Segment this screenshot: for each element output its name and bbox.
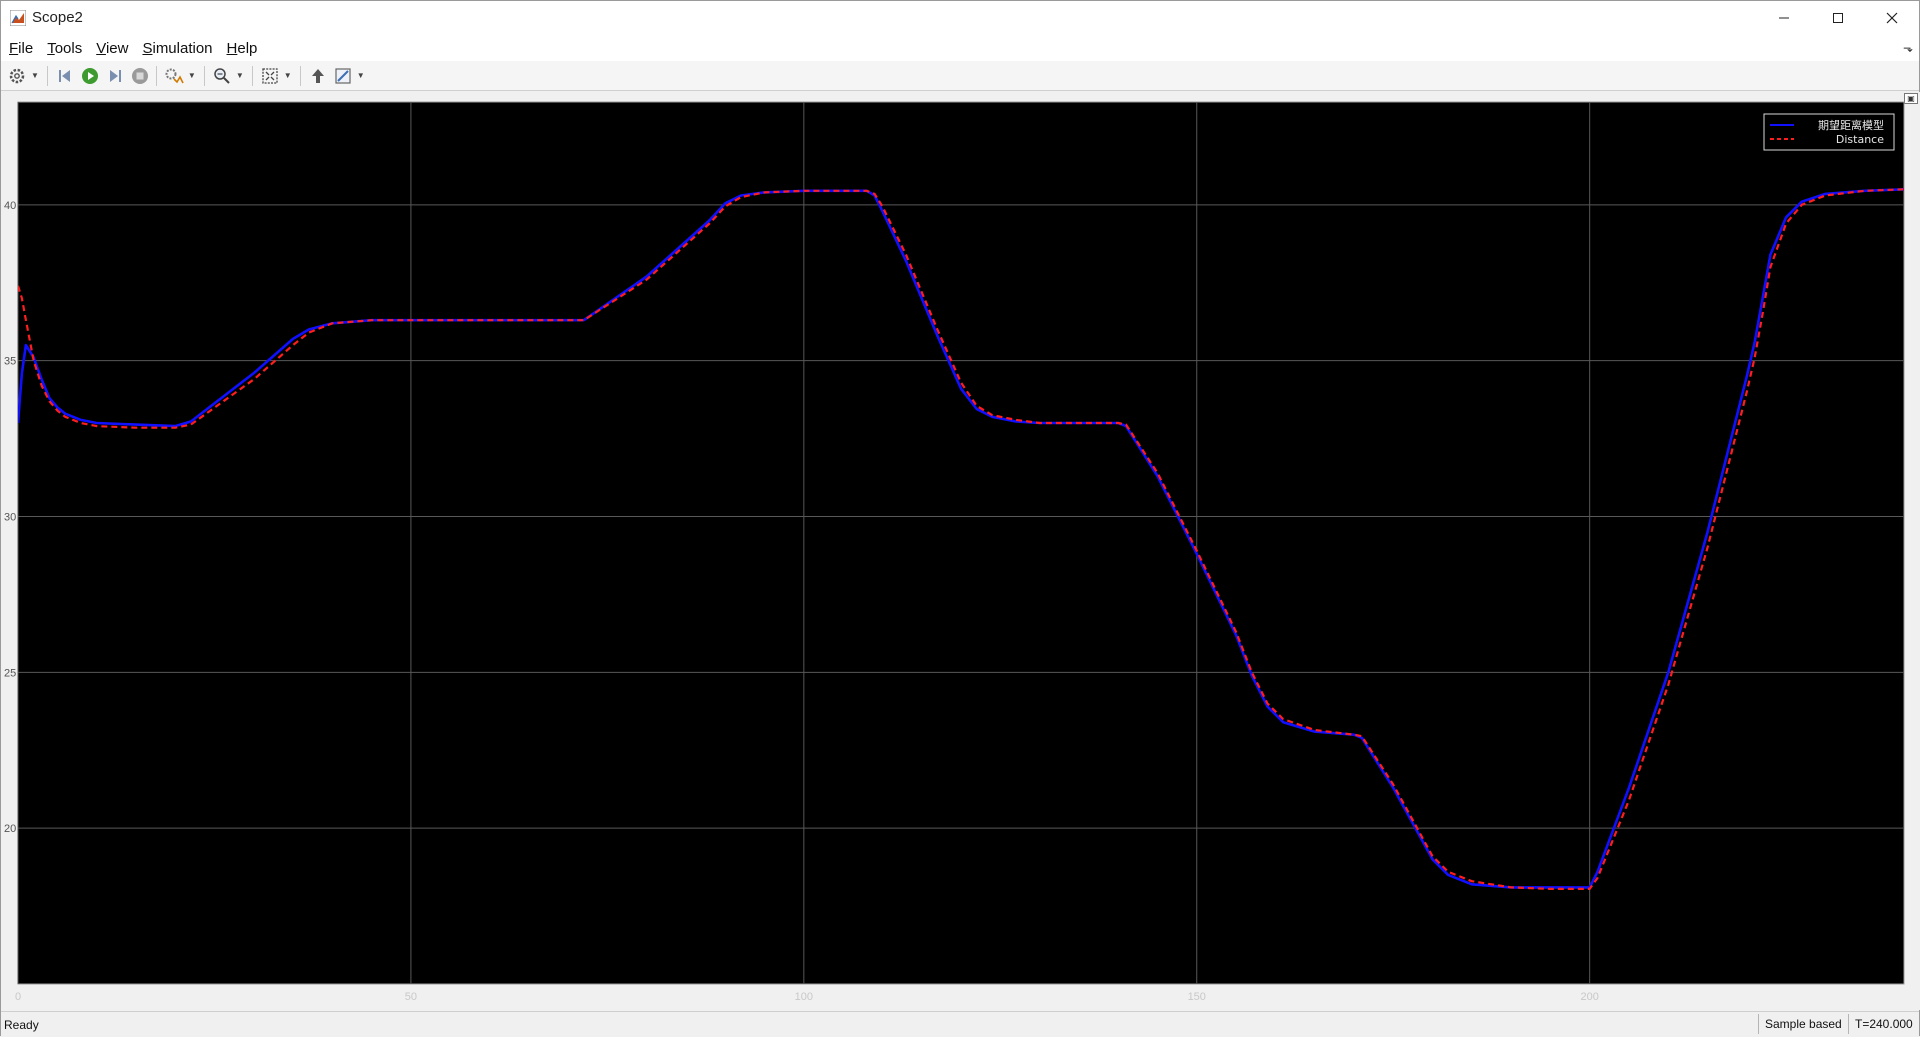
plot-background: [17, 101, 1905, 985]
stop-icon: [131, 67, 148, 84]
toolbar-separator: [299, 65, 301, 86]
highlight-block-icon: [311, 68, 324, 83]
zoom-button[interactable]: [211, 65, 233, 87]
zoom-icon: [214, 67, 230, 84]
menu-simulation-label: imulation: [152, 39, 213, 57]
stop-button[interactable]: [129, 65, 151, 87]
status-sample-mode: Sample based: [1758, 1014, 1848, 1034]
menu-view-label: iew: [105, 39, 129, 57]
menu-file-label: ile: [18, 39, 34, 57]
run-icon: [81, 67, 98, 84]
toolbar-separator: [46, 65, 48, 86]
menu-file-key: F: [9, 39, 19, 57]
style-dropdown-icon[interactable]: ▼: [357, 71, 365, 80]
menu-help-key: H: [226, 39, 238, 57]
toolbar: ▼ ▼ ▼ ▼ ▼: [1, 61, 1919, 91]
scope-plot[interactable]: 0 50 100 150 200 20 25 30 35 40 期望距离模型Distance: [1, 92, 1920, 1010]
autoscale-dropdown-icon[interactable]: ▼: [284, 71, 292, 80]
autoscale-button[interactable]: [259, 65, 281, 87]
maximize-icon: [1833, 13, 1843, 23]
status-ready: Ready: [4, 1018, 39, 1032]
status-time: T=240.000: [1848, 1014, 1919, 1034]
minimize-icon: [1779, 17, 1789, 19]
highlight-block-button[interactable]: [307, 65, 329, 87]
close-icon: [1886, 12, 1898, 24]
step-forward-icon: [109, 69, 121, 82]
run-button[interactable]: [79, 65, 101, 87]
menu-simulation-key: S: [142, 39, 153, 57]
y-tick-label: 20: [4, 823, 16, 835]
toolbar-separator: [251, 65, 253, 86]
scope-window: Scope2 File Tools View Simulation Help ⬎…: [0, 0, 1920, 1037]
matlab-app-icon: [10, 10, 26, 26]
signal-selection-button[interactable]: [163, 65, 185, 87]
toolbar-separator: [155, 65, 157, 86]
menu-tools-key: T: [47, 39, 55, 57]
scope-display[interactable]: ▣ 0 50 100 150 200 20 25 30 35 40 期望距离模型 Distance: [1, 92, 1920, 1010]
legend-label: Distance: [1836, 133, 1884, 146]
y-tick-label: 40: [4, 200, 16, 212]
y-tick-label: 30: [4, 512, 16, 524]
menu-view[interactable]: View: [96, 40, 128, 57]
menubar-expand-icon[interactable]: ⬎: [1903, 41, 1913, 55]
maximize-button[interactable]: [1811, 1, 1865, 35]
menu-help[interactable]: Help: [227, 40, 258, 57]
step-back-button[interactable]: [54, 65, 76, 87]
status-bar: Ready Sample based T=240.000: [1, 1011, 1919, 1037]
legend-label: 期望距离模型: [1818, 118, 1884, 132]
toolbar-separator: [203, 65, 205, 86]
y-tick-label: 35: [4, 356, 16, 368]
autoscale-icon: [262, 67, 278, 84]
style-button[interactable]: [332, 65, 354, 87]
menu-help-label: elp: [237, 39, 258, 57]
menu-view-key: V: [96, 39, 106, 57]
close-button[interactable]: [1865, 1, 1919, 35]
menu-tools[interactable]: Tools: [47, 40, 82, 57]
x-tick-label: 0: [15, 991, 21, 1003]
menu-bar: File Tools View Simulation Help ⬎: [1, 35, 1919, 61]
configuration-properties-button[interactable]: [6, 65, 28, 87]
zoom-dropdown-icon[interactable]: ▼: [236, 71, 244, 80]
signal-dropdown-icon[interactable]: ▼: [188, 71, 196, 80]
y-tick-label: 25: [4, 667, 16, 679]
x-tick-label: 150: [1188, 991, 1206, 1003]
minimize-button[interactable]: [1757, 1, 1811, 35]
step-forward-button[interactable]: [104, 65, 126, 87]
x-tick-label: 100: [795, 991, 813, 1003]
style-icon: [335, 67, 351, 84]
title-bar[interactable]: Scope2: [1, 1, 1919, 35]
x-tick-label: 200: [1580, 991, 1598, 1003]
gear-icon: [9, 68, 25, 83]
window-title: Scope2: [32, 9, 83, 26]
step-back-icon: [58, 69, 70, 82]
menu-file[interactable]: File: [9, 40, 33, 57]
menu-tools-label: ools: [54, 39, 83, 57]
signal-settings-icon: [165, 68, 184, 83]
x-tick-label: 50: [405, 991, 417, 1003]
gear-dropdown-icon[interactable]: ▼: [31, 71, 39, 80]
menu-simulation[interactable]: Simulation: [142, 40, 212, 57]
